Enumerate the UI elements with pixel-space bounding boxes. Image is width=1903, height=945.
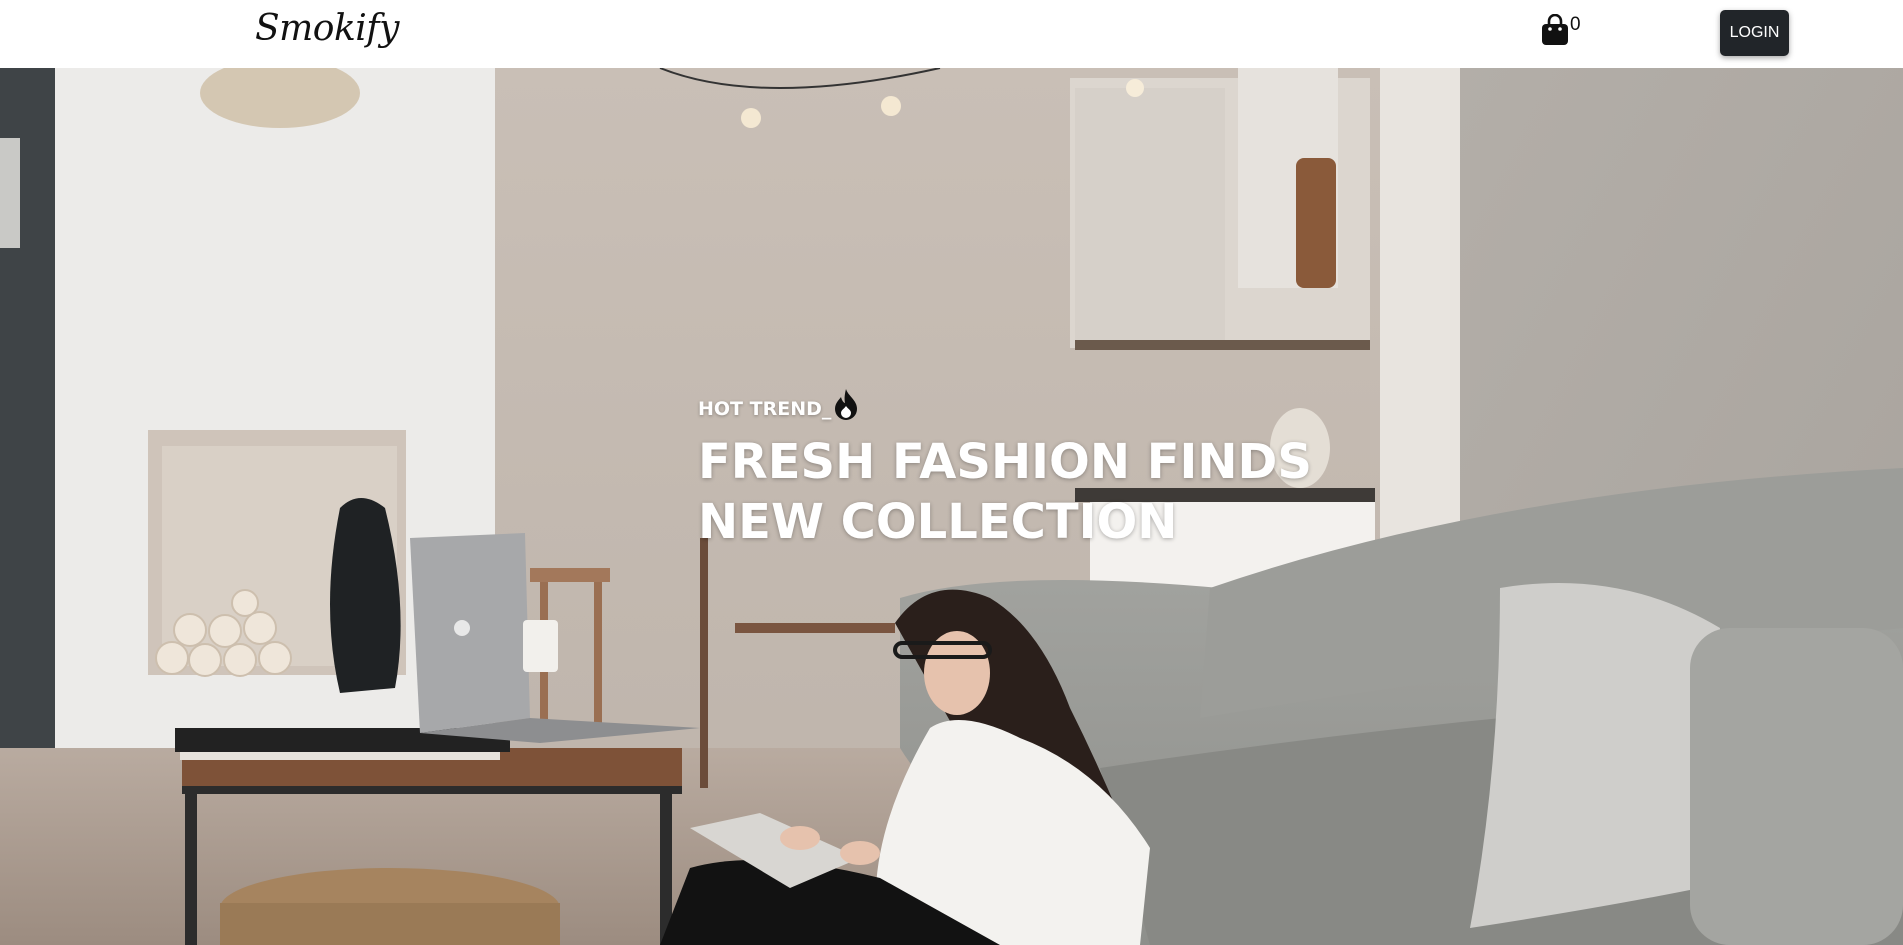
fire-icon [833, 388, 859, 420]
hero-kicker: HOT TREND_ [698, 389, 1312, 420]
hero-headline-line2: NEW COLLECTION [698, 494, 1178, 550]
top-navbar: Smokify 0 LOGIN [0, 0, 1903, 68]
brand-logo[interactable]: Smokify [255, 8, 399, 49]
cart-count-badge: 0 [1570, 14, 1581, 35]
shopping-bag-icon [1542, 14, 1568, 45]
hero-headline-line1: FRESH FASHION FINDS [698, 434, 1312, 490]
hero-banner: HOT TREND_ FRESH FASHION FINDS NEW COLLE… [0, 68, 1903, 945]
cart-button[interactable]: 0 [1541, 14, 1581, 48]
login-button[interactable]: LOGIN [1720, 10, 1789, 56]
hero-headline: FRESH FASHION FINDS NEW COLLECTION [698, 432, 1312, 552]
hero-kicker-text: HOT TREND_ [698, 398, 832, 420]
hero-copy: HOT TREND_ FRESH FASHION FINDS NEW COLLE… [698, 389, 1312, 552]
